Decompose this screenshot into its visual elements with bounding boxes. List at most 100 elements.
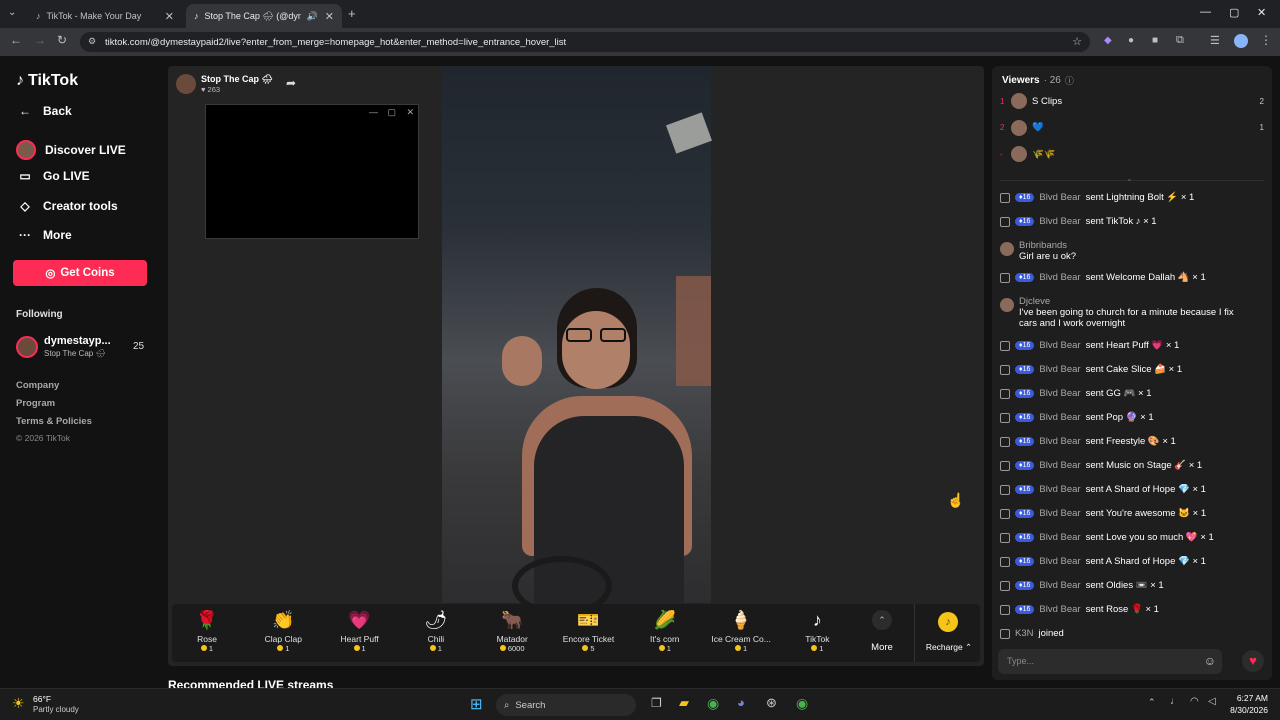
chat-gift-message[interactable]: ♦16 Blvd Bear sent GG 🎮 × 1: [1000, 388, 1152, 399]
top-viewer-row[interactable]: 1 S Clips 2: [1000, 93, 1264, 109]
footer-company[interactable]: Company: [16, 380, 59, 391]
extension-icon[interactable]: ●: [1128, 35, 1134, 46]
gift-item[interactable]: 🌶 Chili 1: [401, 604, 471, 653]
chat-gift-message[interactable]: ♦16 Blvd Bear sent Heart Puff 💗 × 1: [1000, 340, 1179, 351]
gift-name: Rose: [197, 634, 217, 644]
top-viewer-row[interactable]: - 🌾🌾: [1000, 146, 1264, 162]
footer-terms[interactable]: Terms & Policies: [16, 416, 92, 427]
menu-kebab-icon[interactable]: ⋮: [1260, 33, 1272, 47]
tab-close-icon[interactable]: ✕: [165, 10, 174, 23]
chrome-active-icon[interactable]: ◉: [796, 695, 808, 712]
chat-gift-message[interactable]: ♦16 Blvd Bear sent A Shard of Hope 💎 × 1: [1000, 484, 1206, 495]
chat-comment[interactable]: Bribribands Girl are u ok?: [1000, 240, 1254, 262]
chat-gift-message[interactable]: ♦16 Blvd Bear sent Lightning Bolt ⚡ × 1: [1000, 192, 1194, 203]
chat-gift-message[interactable]: ♦16 Blvd Bear sent TikTok ♪ × 1: [1000, 216, 1157, 227]
more-gifts-label[interactable]: More: [862, 642, 902, 653]
viewer-name: 💙: [1032, 122, 1044, 133]
nav-discover-live[interactable]: Discover LIVE: [16, 140, 126, 160]
windows-start-icon[interactable]: ⊞: [470, 695, 483, 713]
chat-join-message[interactable]: K3N joined: [1000, 628, 1064, 639]
chat-gift-message[interactable]: ♦16 Blvd Bear sent Welcome Dallah 🐴 × 1: [1000, 272, 1206, 283]
steam-icon[interactable]: ⊛: [766, 695, 777, 711]
viewers-header[interactable]: Viewers · 26 ⓘ: [1002, 74, 1074, 87]
gift-item[interactable]: 👏 Clap Clap 1: [248, 604, 318, 653]
tab-search-icon[interactable]: ⌄: [8, 7, 16, 18]
clock-date[interactable]: 8/30/2026: [1222, 705, 1268, 715]
chrome-icon[interactable]: ◉: [707, 695, 719, 712]
wifi-icon[interactable]: ◠: [1190, 696, 1199, 707]
avatar: [1000, 242, 1014, 256]
bookmark-star-icon[interactable]: ☆: [1072, 35, 1082, 48]
chat-comment[interactable]: Djcleve I've been going to church for a m…: [1000, 296, 1254, 329]
chat-gift-message[interactable]: ♦16 Blvd Bear sent Oldies 📼 × 1: [1000, 580, 1164, 591]
following-item[interactable]: dymestayp... Stop The Cap 🌧 25: [16, 335, 148, 361]
viewer-score: 2: [1259, 96, 1264, 106]
chevron-down-icon[interactable]: ⌄: [1126, 174, 1133, 183]
share-icon[interactable]: ➦: [286, 76, 296, 90]
top-viewer-row[interactable]: 2 💙 1: [1000, 119, 1264, 136]
site-info-icon[interactable]: ⚙: [88, 36, 96, 47]
url-bar[interactable]: ⚙ tiktok.com/@dymestaypaid2/live?enter_f…: [80, 32, 1090, 52]
send-gift-heart-icon[interactable]: ♥: [1242, 650, 1264, 672]
forward-icon[interactable]: →: [34, 33, 46, 47]
volume-icon[interactable]: ◁: [1208, 696, 1216, 707]
chat-gift-message[interactable]: ♦16 Blvd Bear sent Love you so much 💖 × 1: [1000, 532, 1214, 543]
tray-chevron-icon[interactable]: ⌃: [1148, 697, 1156, 708]
recharge-button[interactable]: Recharge ⌃: [924, 642, 974, 653]
maximize-icon[interactable]: ▢: [1229, 6, 1239, 19]
live-video[interactable]: [442, 66, 712, 616]
window-close-icon[interactable]: ✕: [1257, 6, 1266, 19]
task-view-icon[interactable]: ❐: [651, 696, 662, 710]
puzzle-icon[interactable]: ⧉: [1176, 34, 1184, 47]
clock-time[interactable]: 6:27 AM: [1228, 693, 1268, 703]
chat-gift-message[interactable]: ♦16 Blvd Bear sent Pop 🔮 × 1: [1000, 412, 1154, 423]
nav-back[interactable]: ← Back: [16, 104, 72, 118]
chat-gift-message[interactable]: ♦16 Blvd Bear sent Cake Slice 🍰 × 1: [1000, 364, 1182, 375]
tab-stop-the-cap[interactable]: ♪ Stop The Cap 🌧 (@dyme 🔊 ✕: [186, 4, 342, 28]
emoji-icon[interactable]: ☺: [1204, 654, 1216, 668]
sidepanel-icon[interactable]: ☰: [1210, 34, 1220, 47]
footer-program[interactable]: Program: [16, 398, 55, 409]
speaker-icon[interactable]: 🔊: [307, 11, 318, 22]
host-info[interactable]: Stop The Cap 🌧 ♥ 263: [176, 74, 273, 94]
chat-gift-message[interactable]: ♦16 Blvd Bear sent Rose 🌹 × 1: [1000, 604, 1159, 615]
gift-item[interactable]: 🌹 Rose 1: [172, 604, 242, 653]
tab-close-icon[interactable]: ✕: [325, 10, 334, 23]
gift-box-icon: [1000, 216, 1010, 227]
weather-icon[interactable]: ☀: [12, 695, 25, 712]
extension-icon[interactable]: ◆: [1104, 35, 1112, 46]
close-icon[interactable]: ✕: [406, 107, 414, 118]
nav-more[interactable]: ··· More: [16, 228, 72, 242]
chat-gift-message[interactable]: ♦16 Blvd Bear sent Music on Stage 🎸 × 1: [1000, 460, 1202, 471]
reload-icon[interactable]: ↻: [57, 33, 67, 47]
maximize-icon[interactable]: ▢: [387, 107, 396, 118]
taskbar-search[interactable]: ⌕ Search: [496, 694, 636, 716]
recharge-coin-icon[interactable]: ♪: [938, 612, 958, 632]
discord-icon[interactable]: ◕: [737, 695, 745, 710]
extension-icon[interactable]: ■: [1152, 35, 1158, 46]
minimize-icon[interactable]: —: [1200, 6, 1211, 18]
chat-gift-message[interactable]: ♦16 Blvd Bear sent You're awesome 🐱 × 1: [1000, 508, 1206, 519]
gift-item[interactable]: 🍦 Ice Cream Co... 1: [706, 604, 776, 653]
nav-creator-tools[interactable]: ◇ Creator tools: [16, 199, 117, 213]
more-gifts-chevron-icon[interactable]: ⌃: [872, 610, 892, 630]
get-coins-button[interactable]: ◎ Get Coins: [13, 260, 147, 286]
mini-player-window[interactable]: — ▢ ✕: [205, 104, 419, 239]
profile-avatar[interactable]: [1234, 34, 1248, 48]
gift-item[interactable]: 🌽 It's corn 1: [630, 604, 700, 653]
minimize-icon[interactable]: —: [369, 107, 378, 117]
tab-tiktok-home[interactable]: ♪ TikTok - Make Your Day ✕: [28, 4, 182, 28]
chat-input[interactable]: Type... ☺: [998, 649, 1222, 674]
gift-item[interactable]: ♪ TikTok 1: [782, 604, 852, 653]
file-explorer-icon[interactable]: ▰: [679, 695, 689, 711]
microphone-icon[interactable]: ♩: [1170, 696, 1180, 707]
chat-gift-message[interactable]: ♦16 Blvd Bear sent A Shard of Hope 💎 × 1: [1000, 556, 1206, 567]
tiktok-logo[interactable]: ♪ TikTok: [16, 72, 78, 90]
back-icon[interactable]: ←: [10, 33, 22, 47]
nav-go-live[interactable]: ▭ Go LIVE: [16, 169, 89, 183]
gift-item[interactable]: 🎫 Encore Ticket 5: [554, 604, 624, 653]
gift-item[interactable]: 💗 Heart Puff 1: [325, 604, 395, 653]
chat-gift-message[interactable]: ♦16 Blvd Bear sent Freestyle 🎨 × 1: [1000, 436, 1176, 447]
new-tab-icon[interactable]: +: [348, 6, 356, 21]
gift-item[interactable]: 🐂 Matador 6000: [477, 604, 547, 653]
